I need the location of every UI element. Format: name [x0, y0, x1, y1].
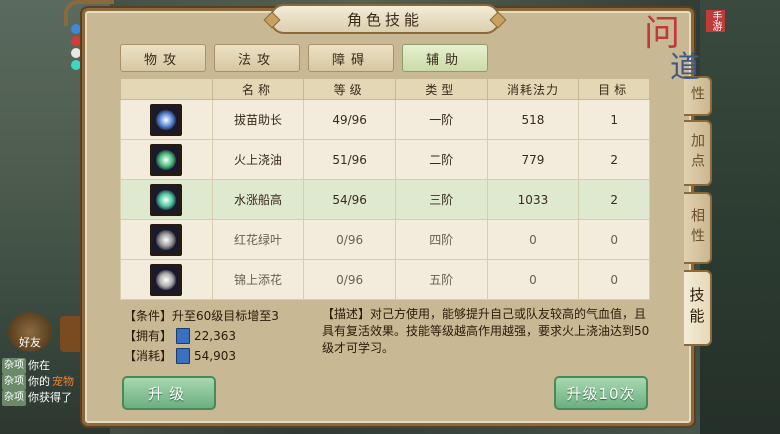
consume-line: 【消耗】 54,903 — [124, 346, 316, 366]
skill-target: 1 — [610, 112, 618, 127]
owned-label: 【拥有】 — [124, 329, 173, 343]
skill-book-icon — [176, 348, 191, 364]
skill-info-left: 【条件】升至60级目标增至3 【拥有】 22,363 【消耗】 54,903 — [124, 306, 316, 366]
skill-level: 0/96 — [304, 220, 396, 259]
skill-icon — [150, 103, 183, 136]
side-tab-label: 加点 — [689, 133, 705, 173]
tab-label: 障碍 — [331, 52, 370, 68]
tab-support[interactable]: 辅助 — [402, 44, 488, 72]
skill-icon — [150, 183, 183, 216]
consume-value: 54,903 — [194, 349, 237, 363]
game-logo: 问 道 手游 — [640, 2, 725, 94]
skill-icon-cell — [121, 100, 213, 139]
skill-icon — [150, 223, 183, 256]
skill-row[interactable]: 水涨船高 54/96 三阶 1033 2 — [120, 180, 650, 220]
friend-label: 好友 — [19, 336, 41, 349]
tab-physical-attack[interactable]: 物攻 — [120, 44, 206, 72]
chat-tag: 杂项 — [2, 374, 26, 390]
skill-level: 49/96 — [304, 100, 396, 139]
side-tab-label: 相性 — [689, 208, 705, 248]
side-tab-add-points[interactable]: 加点 — [684, 120, 712, 186]
skill-table: 名称 等级 类型 消耗法力 目标 拔苗助长 49/96 一阶 518 1 火上浇… — [120, 78, 650, 300]
chat-text: 你在 — [28, 359, 50, 372]
side-tab-skills[interactable]: 技能 — [684, 270, 712, 346]
skill-cost: 518 — [488, 100, 580, 139]
skill-name: 锦上添花 — [213, 260, 305, 299]
panel-corner-ornament — [64, 0, 114, 26]
skill-cost: 779 — [488, 140, 580, 179]
skill-row[interactable]: 红花绿叶 0/96 四阶 0 0 — [120, 220, 650, 260]
owned-line: 【拥有】 22,363 — [124, 326, 316, 346]
skill-target: 2 — [610, 192, 618, 207]
skill-type: 三阶 — [396, 180, 488, 219]
skill-name: 水涨船高 — [213, 180, 305, 219]
chat-tag: 杂项 — [2, 358, 26, 374]
header-name: 名称 — [213, 79, 305, 99]
skill-cost: 1033 — [488, 180, 580, 219]
consume-label: 【消耗】 — [124, 349, 173, 363]
condition-text: 【条件】升至60级目标增至3 — [124, 309, 279, 323]
skill-type: 五阶 — [396, 260, 488, 299]
chat-text: 你获得了 — [28, 391, 72, 404]
panel-title-text: 角色技能 — [346, 10, 423, 29]
chat-text: 你的 — [28, 375, 50, 388]
panel-title: 角色技能 — [270, 4, 500, 34]
logo-tag: 手游 — [706, 10, 725, 32]
tab-obstacle[interactable]: 障碍 — [308, 44, 394, 72]
table-header: 名称 等级 类型 消耗法力 目标 — [120, 78, 650, 100]
tab-magic-attack[interactable]: 法攻 — [214, 44, 300, 72]
skill-book-icon — [176, 328, 191, 344]
header-icon — [121, 79, 213, 99]
skill-cost: 0 — [488, 220, 580, 259]
chat-highlight: 宠物 — [52, 375, 74, 388]
skill-type: 四阶 — [396, 220, 488, 259]
header-target: 目标 — [598, 82, 631, 97]
side-tab-label: 技能 — [687, 287, 706, 329]
upgrade-10-button[interactable]: 升级10次 — [554, 376, 648, 410]
skill-cost: 0 — [488, 260, 580, 299]
tab-label: 辅助 — [425, 52, 464, 68]
upgrade-button-label: 升级 — [147, 384, 190, 403]
owned-value: 22,363 — [194, 329, 237, 343]
side-tab-affinity[interactable]: 相性 — [684, 192, 712, 264]
skill-description: 【描述】对己方使用，能够提升自己或队友较高的气血值，且具有复活效果。技能等级越高… — [322, 307, 650, 355]
header-type: 类型 — [396, 79, 488, 99]
skill-icon — [150, 263, 183, 296]
header-level: 等级 — [304, 79, 396, 99]
skill-type: 一阶 — [396, 100, 488, 139]
logo-sub-char: 道 — [670, 50, 700, 85]
skill-row[interactable]: 锦上添花 0/96 五阶 0 0 — [120, 260, 650, 300]
skill-type: 二阶 — [396, 140, 488, 179]
skill-icon-cell — [121, 220, 213, 259]
skill-target: 0 — [610, 232, 618, 247]
skill-icon-cell — [121, 260, 213, 299]
skill-name: 火上浇油 — [213, 140, 305, 179]
skill-level: 54/96 — [304, 180, 396, 219]
chat-tag: 杂项 — [2, 390, 26, 406]
tab-label: 物攻 — [143, 52, 182, 68]
tab-label: 法攻 — [237, 52, 276, 68]
upgrade-button[interactable]: 升级 — [122, 376, 216, 410]
friend-button[interactable]: 好友 — [8, 312, 52, 352]
skill-icon-cell — [121, 140, 213, 179]
skill-name: 红花绿叶 — [213, 220, 305, 259]
skill-row[interactable]: 火上浇油 51/96 二阶 779 2 — [120, 140, 650, 180]
header-cost: 消耗法力 — [488, 79, 580, 99]
skill-icon — [150, 143, 183, 176]
skill-icon-cell — [121, 180, 213, 219]
skill-level: 51/96 — [304, 140, 396, 179]
skill-name: 拔苗助长 — [213, 100, 305, 139]
skill-level: 0/96 — [304, 260, 396, 299]
skill-target: 0 — [610, 272, 618, 287]
skill-target: 2 — [610, 152, 618, 167]
upgrade-10-button-label: 升级10次 — [566, 384, 636, 403]
skill-row[interactable]: 拔苗助长 49/96 一阶 518 1 — [120, 100, 650, 140]
